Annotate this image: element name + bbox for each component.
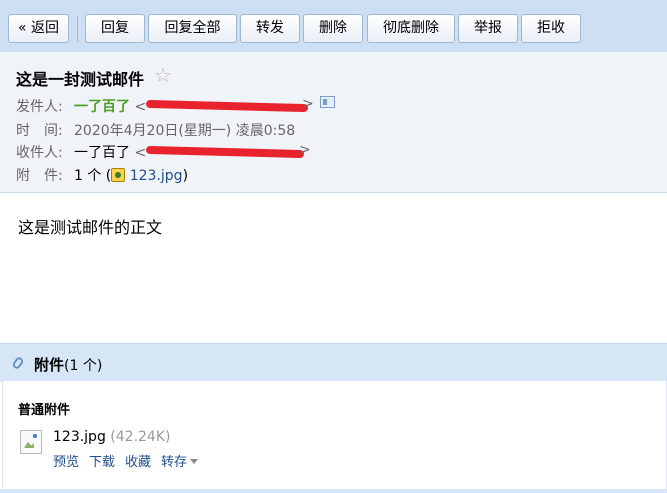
attachment-close: ) — [182, 168, 189, 184]
time-value: 2020年4月20日(星期一) 凌晨0:58 — [74, 123, 296, 139]
recipient-row: 收件人: 一了百了 < — [16, 142, 146, 162]
attachments-bottom-border — [0, 489, 667, 493]
forward-button[interactable]: 转发 — [240, 14, 300, 43]
contact-card-icon[interactable] — [320, 96, 335, 108]
favorite-link[interactable]: 收藏 — [125, 455, 151, 470]
attachments-title: 附件(1 个) — [34, 354, 102, 375]
mail-body: 这是测试邮件的正文 — [18, 218, 163, 237]
preview-link[interactable]: 预览 — [53, 455, 79, 470]
save-to-label: 转存 — [161, 455, 188, 470]
attachment-row: 附 件: 1 个 ( 123.jpg) — [16, 165, 188, 185]
attachment-link[interactable]: 123.jpg — [130, 168, 183, 184]
delete-permanently-button[interactable]: 彻底删除 — [367, 14, 455, 43]
attachment-file: 123.jpg (42.24K) — [53, 429, 170, 445]
sender-bracket-open: < — [134, 99, 147, 115]
reply-all-button[interactable]: 回复全部 — [148, 14, 237, 43]
attachment-file-name: 123.jpg — [53, 429, 106, 445]
attachment-file-size: (42.24K) — [110, 429, 171, 445]
recipient-bracket-close: > — [299, 142, 311, 158]
report-button[interactable]: 举报 — [458, 14, 518, 43]
attachments-bar: 附件(1 个) — [0, 343, 667, 382]
recipient-email-redaction — [145, 145, 305, 159]
sender-name[interactable]: 一了百了 — [74, 99, 130, 115]
reject-button[interactable]: 拒收 — [521, 14, 581, 43]
attachment-actions: 预览 下载 收藏 转存 — [53, 451, 208, 470]
mail-subject: 这是一封测试邮件 — [16, 70, 145, 89]
sender-bracket-close: > — [302, 96, 314, 112]
mail-header: 这是一封测试邮件 ☆ 发件人: 一了百了 < > 时 间: 2020年4月20日(星… — [0, 52, 667, 193]
recipient-label: 收件人: — [16, 145, 63, 161]
star-icon[interactable]: ☆ — [154, 63, 172, 87]
attachment-label: 附 件: — [16, 168, 63, 184]
back-button[interactable]: « 返回 — [8, 14, 69, 43]
sender-label: 发件人: — [16, 99, 63, 115]
mail-toolbar: « 返回 回复 回复全部 转发 删除 彻底删除 举报 拒收 — [0, 0, 667, 52]
paperclip-icon — [11, 355, 25, 371]
sender-email-redaction — [145, 99, 309, 113]
image-file-icon — [111, 168, 126, 182]
recipient-name[interactable]: 一了百了 — [74, 145, 130, 161]
sender-row: 发件人: 一了百了 < — [16, 96, 146, 116]
attachment-count: 1 个 ( — [74, 168, 112, 184]
chevron-down-icon — [190, 459, 199, 464]
download-link[interactable]: 下载 — [89, 455, 115, 470]
time-row: 时 间: 2020年4月20日(星期一) 凌晨0:58 — [16, 120, 295, 140]
attachments-count: (1 个) — [64, 358, 103, 374]
normal-attachments-heading: 普通附件 — [18, 403, 71, 418]
attachments-title-text: 附件 — [34, 356, 65, 374]
reply-button[interactable]: 回复 — [85, 14, 145, 43]
attachment-thumbnail-icon[interactable] — [20, 430, 42, 454]
time-label: 时 间: — [16, 123, 63, 139]
save-to-link[interactable]: 转存 — [161, 455, 199, 470]
delete-button[interactable]: 删除 — [303, 14, 363, 43]
toolbar-divider — [77, 16, 78, 42]
attachments-panel: 普通附件 123.jpg (42.24K) 预览 下载 收藏 转存 — [2, 381, 667, 490]
recipient-bracket-open: < — [134, 145, 147, 161]
